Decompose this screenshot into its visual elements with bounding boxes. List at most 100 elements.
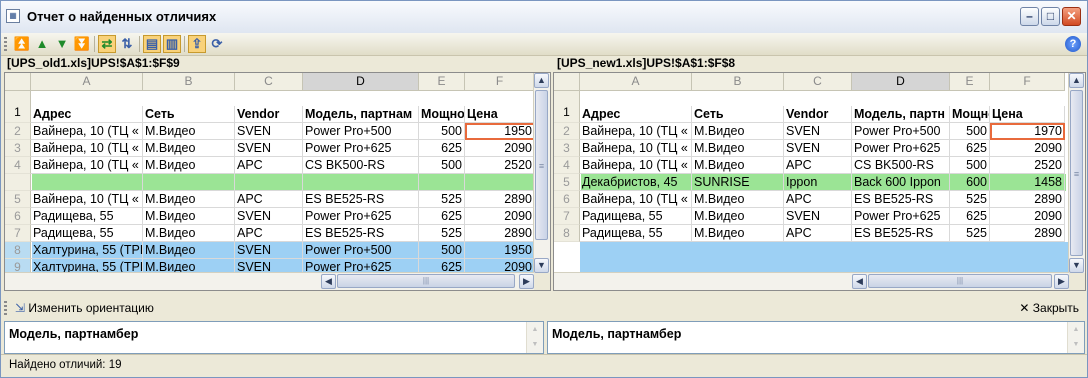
- table-cell[interactable]: Power Pro+500: [303, 123, 419, 140]
- maximize-button[interactable]: □: [1041, 7, 1060, 26]
- next-diff-icon[interactable]: ▼: [53, 35, 71, 53]
- row-number[interactable]: 8: [554, 225, 580, 242]
- first-diff-icon[interactable]: ⏫: [13, 35, 31, 53]
- column-header-c[interactable]: C: [235, 73, 303, 91]
- column-header-a[interactable]: A: [31, 73, 143, 91]
- title-bar[interactable]: ▦ Отчет о найденных отличиях – □ ✕: [1, 1, 1087, 34]
- column-header-c[interactable]: C: [784, 73, 852, 91]
- row-number[interactable]: 5: [554, 174, 580, 191]
- row-number[interactable]: 5: [5, 191, 31, 208]
- scroll-thumb[interactable]: |||: [868, 274, 1052, 288]
- header-cell[interactable]: Сеть: [143, 106, 235, 123]
- header-cell[interactable]: Цена: [465, 106, 535, 123]
- column-header-b[interactable]: B: [143, 73, 235, 91]
- table-cell[interactable]: М.Видео: [143, 225, 235, 242]
- table-cell[interactable]: 625: [419, 208, 465, 225]
- table-cell[interactable]: 2520: [990, 157, 1065, 174]
- table-cell[interactable]: М.Видео: [143, 140, 235, 157]
- toolbar-grip[interactable]: [4, 37, 7, 51]
- header-cell[interactable]: Мощно: [950, 106, 990, 123]
- table-cell[interactable]: 600: [950, 174, 990, 191]
- table-cell[interactable]: Радищева, 55: [580, 225, 692, 242]
- table-cell[interactable]: М.Видео: [143, 123, 235, 140]
- table-cell[interactable]: М.Видео: [692, 191, 784, 208]
- row-number[interactable]: 1: [554, 91, 580, 123]
- table-cell[interactable]: [303, 174, 419, 191]
- table-cell[interactable]: 500: [419, 242, 465, 259]
- table-cell[interactable]: Вайнера, 10 (ТЦ «: [580, 157, 692, 174]
- scroll-thumb[interactable]: |||: [337, 274, 515, 288]
- header-cell[interactable]: Vendor: [784, 106, 852, 123]
- header-cell[interactable]: Модель, партн: [852, 106, 950, 123]
- table-cell[interactable]: SVEN: [235, 123, 303, 140]
- header-cell[interactable]: Vendor: [235, 106, 303, 123]
- table-cell[interactable]: Power Pro+500: [303, 242, 419, 259]
- right-cell-memo[interactable]: Модель, партнамбер ▲ ▼: [547, 321, 1085, 354]
- row-number[interactable]: 4: [5, 157, 31, 174]
- column-header-f[interactable]: F: [990, 73, 1065, 91]
- table-cell[interactable]: Вайнера, 10 (ТЦ «: [580, 123, 692, 140]
- table-cell[interactable]: 500: [419, 157, 465, 174]
- table-cell[interactable]: Вайнера, 10 (ТЦ «: [580, 191, 692, 208]
- table-cell[interactable]: Power Pro+625: [852, 140, 950, 157]
- table-cell[interactable]: ES BE525-RS: [852, 191, 950, 208]
- table-cell[interactable]: ES BE525-RS: [852, 225, 950, 242]
- table-cell[interactable]: М.Видео: [692, 225, 784, 242]
- column-header-e[interactable]: E: [950, 73, 990, 91]
- table-cell[interactable]: SVEN: [784, 140, 852, 157]
- header-cell[interactable]: Адрес: [31, 106, 143, 123]
- table-cell[interactable]: [419, 174, 465, 191]
- table-cell[interactable]: APC: [784, 225, 852, 242]
- table-cell[interactable]: Ippon: [784, 174, 852, 191]
- table-cell[interactable]: М.Видео: [692, 157, 784, 174]
- row-number[interactable]: 7: [554, 208, 580, 225]
- table-cell[interactable]: SVEN: [235, 140, 303, 157]
- column-header-e[interactable]: E: [419, 73, 465, 91]
- table-cell[interactable]: М.Видео: [692, 140, 784, 157]
- table-cell[interactable]: CS BK500-RS: [303, 157, 419, 174]
- table-cell[interactable]: Декабристов, 45: [580, 174, 692, 191]
- table-cell[interactable]: М.Видео: [143, 191, 235, 208]
- table-cell[interactable]: Power Pro+500: [852, 123, 950, 140]
- right-vertical-scrollbar[interactable]: ▲ ≡ ▼: [1068, 73, 1085, 273]
- table-cell[interactable]: 500: [419, 123, 465, 140]
- scroll-up-icon[interactable]: ▲: [534, 73, 549, 88]
- table-cell[interactable]: Радищева, 55: [580, 208, 692, 225]
- scroll-right-icon[interactable]: ▶: [1054, 274, 1069, 289]
- header-cell[interactable]: Сеть: [692, 106, 784, 123]
- table-cell[interactable]: SVEN: [235, 242, 303, 259]
- table-cell[interactable]: 525: [419, 225, 465, 242]
- scroll-thumb[interactable]: ≡: [535, 90, 548, 240]
- table-cell[interactable]: [31, 174, 143, 191]
- right-grid[interactable]: ABCDEF 1АдресСетьVendorМодель, партнМощно…: [553, 72, 1086, 291]
- close-window-button[interactable]: ✕: [1062, 7, 1081, 26]
- table-cell[interactable]: 2090: [465, 208, 535, 225]
- table-cell[interactable]: Вайнера, 10 (ТЦ «: [31, 157, 143, 174]
- left-horizontal-scrollbar[interactable]: ◀ ||| ▶: [5, 272, 534, 290]
- row-number[interactable]: 7: [5, 225, 31, 242]
- table-cell[interactable]: 625: [419, 140, 465, 157]
- table-cell[interactable]: М.Видео: [692, 123, 784, 140]
- table-cell[interactable]: 525: [419, 191, 465, 208]
- export-icon[interactable]: ⇪: [188, 35, 206, 53]
- scroll-left-icon[interactable]: ◀: [321, 274, 336, 289]
- table-cell[interactable]: 500: [950, 123, 990, 140]
- table-cell[interactable]: 2890: [990, 225, 1065, 242]
- table-cell[interactable]: Power Pro+625: [303, 208, 419, 225]
- table-cell[interactable]: 2090: [990, 140, 1065, 157]
- close-button[interactable]: ✕ Закрыть: [1019, 301, 1079, 315]
- row-number[interactable]: [5, 174, 31, 191]
- table-cell[interactable]: Вайнера, 10 (ТЦ «: [31, 191, 143, 208]
- table-cell[interactable]: [143, 174, 235, 191]
- table-cell[interactable]: ES BE525-RS: [303, 191, 419, 208]
- last-diff-icon[interactable]: ⏬: [73, 35, 91, 53]
- table-cell[interactable]: 625: [950, 208, 990, 225]
- table-cell[interactable]: SUNRISE: [692, 174, 784, 191]
- row-number[interactable]: 2: [554, 123, 580, 140]
- table-cell[interactable]: 1950: [465, 123, 535, 140]
- table-cell[interactable]: 2890: [465, 225, 535, 242]
- right-memo-scrollbar[interactable]: ▲ ▼: [1067, 322, 1084, 353]
- table-cell[interactable]: Вайнера, 10 (ТЦ «: [31, 123, 143, 140]
- table-cell[interactable]: SVEN: [784, 123, 852, 140]
- row-number[interactable]: 6: [5, 208, 31, 225]
